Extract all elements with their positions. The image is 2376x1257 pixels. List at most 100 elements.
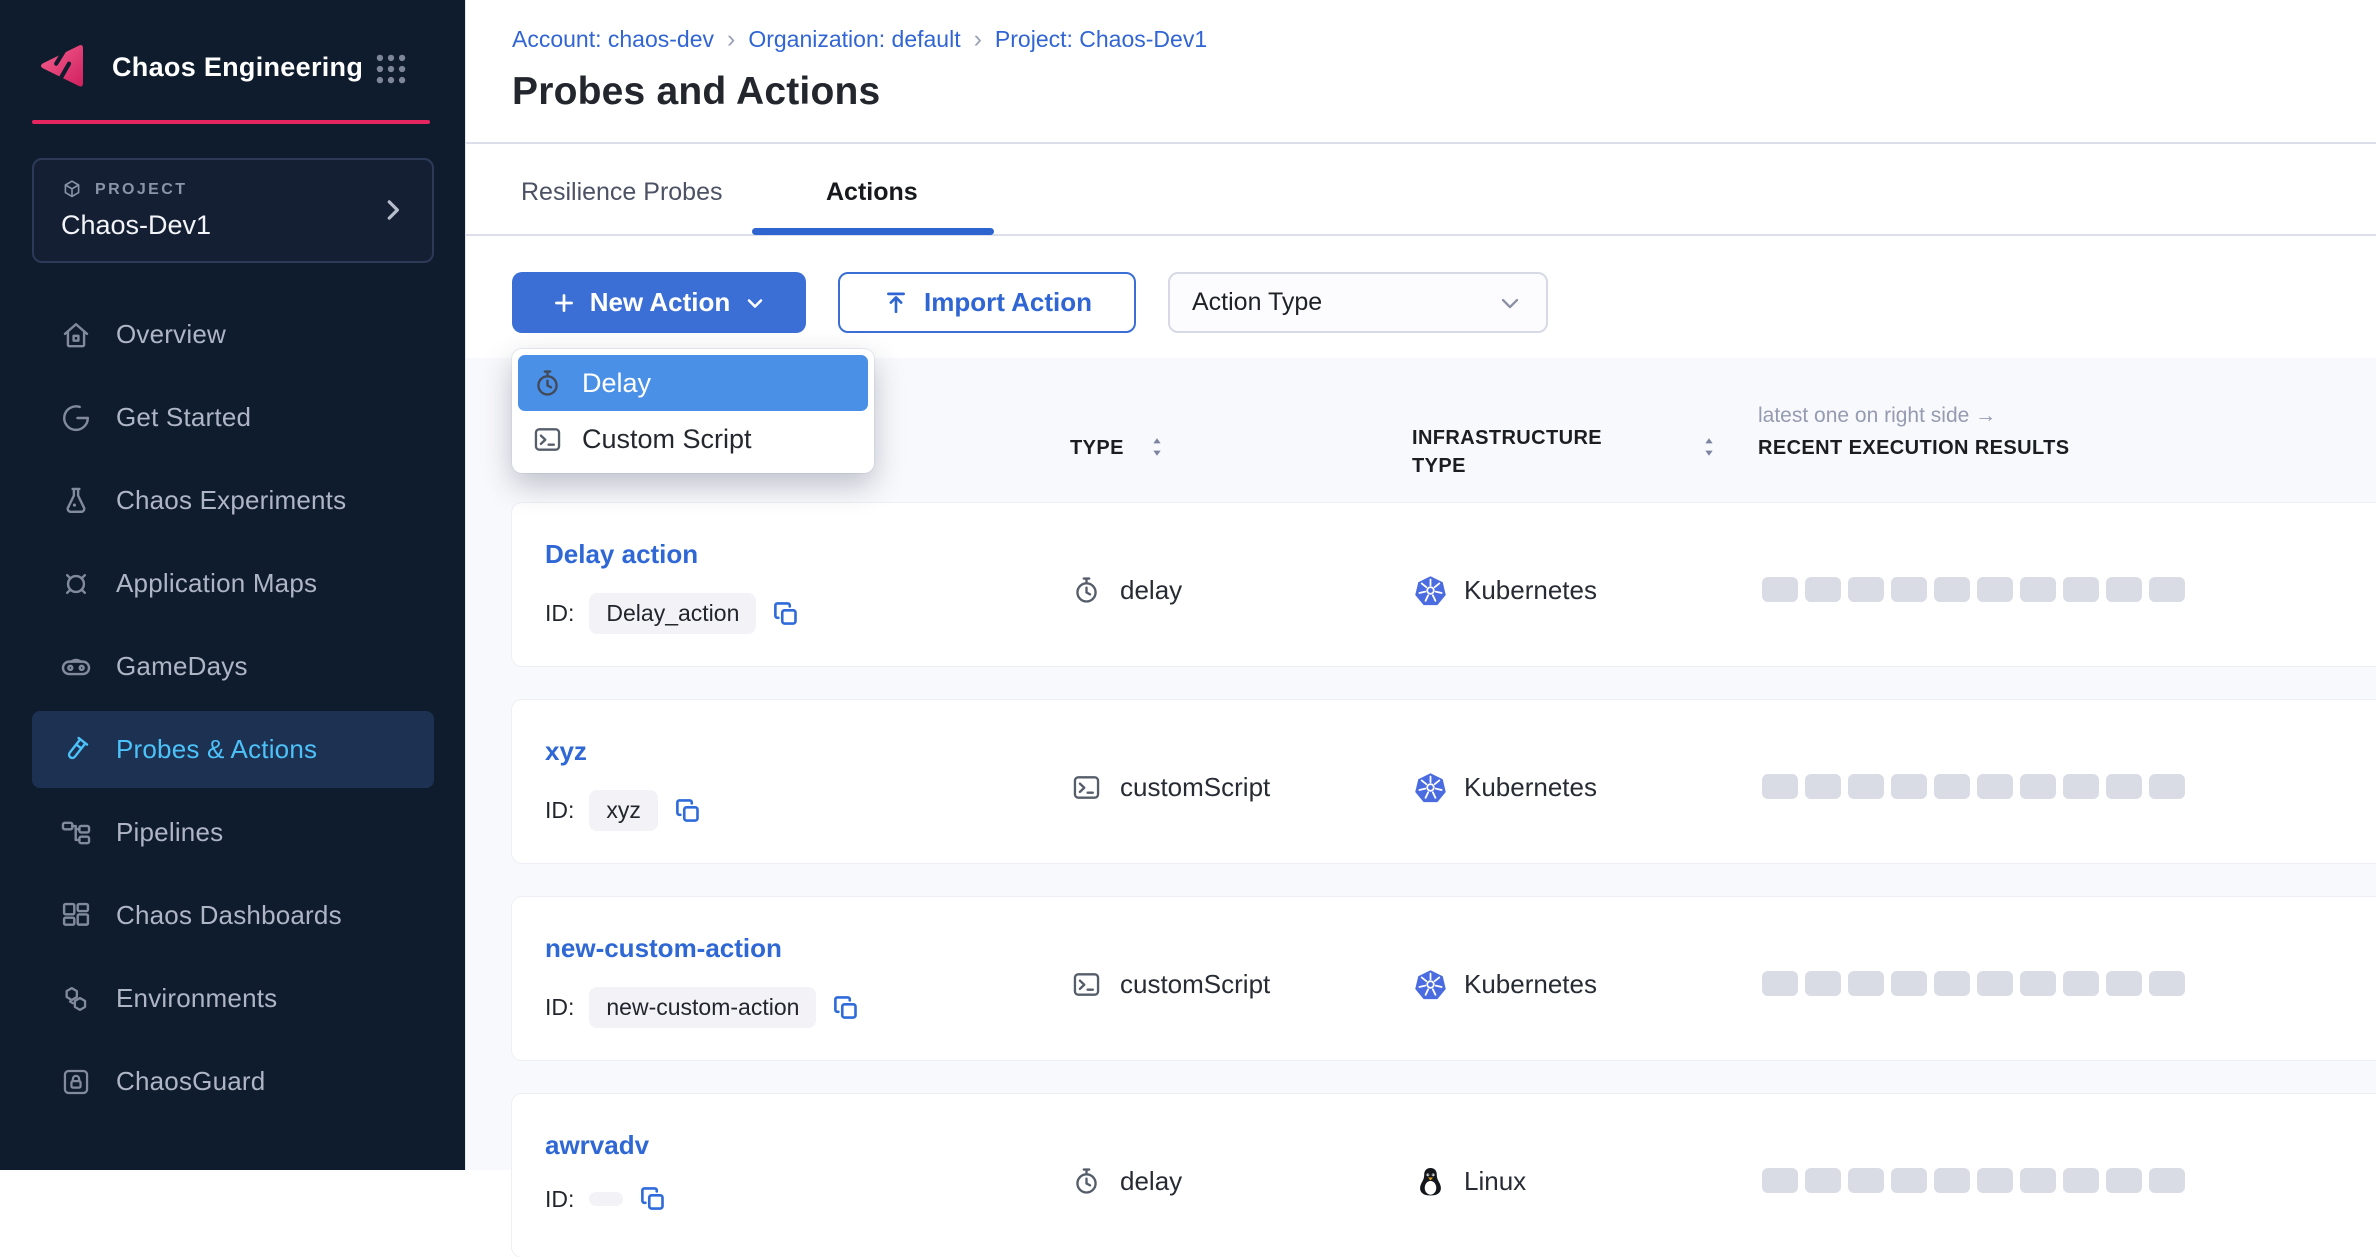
id-label: ID: <box>545 797 574 824</box>
tab-actions[interactable]: Actions <box>826 178 918 207</box>
execution-result-placeholder <box>1848 1168 1884 1193</box>
project-label: PROJECT <box>95 181 187 199</box>
accent-divider <box>32 120 430 124</box>
execution-result-placeholder <box>1934 774 1970 799</box>
chevron-down-icon <box>743 291 767 315</box>
id-label: ID: <box>545 1186 574 1213</box>
execution-result-placeholder <box>2106 774 2142 799</box>
sidebar-item-application-maps[interactable]: Application Maps <box>32 545 434 622</box>
column-header-type: TYPE <box>1070 437 1124 460</box>
target-icon <box>59 567 93 601</box>
action-name-link[interactable]: xyz <box>545 736 587 767</box>
kubernetes-icon <box>1414 968 1447 1001</box>
action-id-row: ID: Delay_action <box>545 593 801 634</box>
copy-icon[interactable] <box>831 993 861 1023</box>
new-action-button[interactable]: New Action <box>512 272 806 333</box>
sidebar-item-chaos-experiments[interactable]: Chaos Experiments <box>32 462 434 539</box>
sidebar-item-overview[interactable]: Overview <box>32 296 434 373</box>
execution-result-placeholder <box>1977 1168 2013 1193</box>
execution-result-placeholder <box>1891 971 1927 996</box>
action-name-link[interactable]: new-custom-action <box>545 933 782 964</box>
sidebar-item-label: Get Started <box>116 402 251 433</box>
table-row[interactable]: Delay action ID: Delay_action delay Kube… <box>512 503 2376 666</box>
execution-result-placeholder <box>2149 971 2185 996</box>
execution-result-placeholder <box>2020 577 2056 602</box>
chaos-engineering-app: { "app": { "title": "Chaos Engineering" … <box>0 0 2376 1170</box>
menu-item-label: Delay <box>582 368 651 399</box>
breadcrumb-link[interactable]: Account: chaos-dev <box>512 26 714 53</box>
sidebar: Chaos Engineering PROJECT Chaos-Dev1 Ove… <box>0 0 466 1170</box>
actions-table: TYPE INFRASTRUCTURE TYPE latest one on r… <box>466 358 2376 1170</box>
sidebar-item-label: Pipelines <box>116 817 223 848</box>
breadcrumb-link[interactable]: Project: Chaos-Dev1 <box>995 26 1207 53</box>
execution-result-placeholder <box>1762 774 1798 799</box>
id-label: ID: <box>545 600 574 627</box>
execution-result-placeholder <box>1891 1168 1927 1193</box>
chevron-down-icon <box>1496 289 1524 317</box>
hexagons-icon <box>59 982 93 1016</box>
type-cell: delay <box>1070 574 1182 607</box>
column-header-infrastructure: INFRASTRUCTURE TYPE <box>1412 424 1627 480</box>
sidebar-item-label: Overview <box>116 319 226 350</box>
project-name: Chaos-Dev1 <box>61 210 211 241</box>
sort-icon[interactable] <box>1146 434 1168 460</box>
recent-execution-results <box>1762 774 2185 799</box>
execution-result-placeholder <box>2063 1168 2099 1193</box>
sidebar-item-environments[interactable]: Environments <box>32 960 434 1037</box>
terminal-icon <box>1070 771 1103 804</box>
harness-logo-icon[interactable] <box>34 38 90 94</box>
infrastructure-value: Linux <box>1464 1166 1526 1197</box>
action-type-select[interactable]: Action Type <box>1168 272 1548 333</box>
copy-icon[interactable] <box>638 1184 668 1214</box>
action-name-link[interactable]: awrvadv <box>545 1130 649 1161</box>
action-type-value: Action Type <box>1192 288 1322 317</box>
sidebar-item-label: Application Maps <box>116 568 317 599</box>
sidebar-item-label: Chaos Dashboards <box>116 900 342 931</box>
sidebar-item-pipelines[interactable]: Pipelines <box>32 794 434 871</box>
execution-result-placeholder <box>1891 577 1927 602</box>
breadcrumb-separator: › <box>727 25 735 54</box>
sidebar-item-label: Chaos Experiments <box>116 485 346 516</box>
action-id-chip: Delay_action <box>589 593 756 634</box>
execution-result-placeholder <box>1805 1168 1841 1193</box>
sidebar-item-label: Probes & Actions <box>116 734 317 765</box>
table-row[interactable]: awrvadv ID: delay Linux <box>512 1094 2376 1257</box>
table-rows: Delay action ID: Delay_action delay Kube… <box>466 503 2376 1257</box>
table-row[interactable]: new-custom-action ID: new-custom-action … <box>512 897 2376 1060</box>
execution-result-placeholder <box>2149 1168 2185 1193</box>
copy-icon[interactable] <box>673 796 703 826</box>
type-value: delay <box>1120 575 1182 606</box>
sidebar-item-chaosguard[interactable]: ChaosGuard <box>32 1043 434 1120</box>
sort-icon[interactable] <box>1698 434 1720 460</box>
sidebar-item-chaos-dashboards[interactable]: Chaos Dashboards <box>32 877 434 954</box>
copy-icon[interactable] <box>771 599 801 629</box>
flask-icon <box>59 484 93 518</box>
execution-result-placeholder <box>1805 577 1841 602</box>
infrastructure-cell: Kubernetes <box>1414 968 1597 1001</box>
execution-result-placeholder <box>1762 1168 1798 1193</box>
breadcrumb: Account: chaos-dev › Organization: default… <box>512 25 1207 54</box>
new-action-label: New Action <box>590 287 731 318</box>
execution-result-placeholder <box>2063 971 2099 996</box>
project-cube-icon <box>60 178 84 202</box>
action-name-link[interactable]: Delay action <box>545 539 698 570</box>
execution-result-placeholder <box>1934 971 1970 996</box>
breadcrumb-separator: › <box>974 25 982 54</box>
infrastructure-cell: Kubernetes <box>1414 574 1597 607</box>
sidebar-item-get-started[interactable]: Get Started <box>32 379 434 456</box>
tab-resilience-probes[interactable]: Resilience Probes <box>521 178 723 207</box>
table-row[interactable]: xyz ID: xyz customScript Kubernetes <box>512 700 2376 863</box>
execution-result-placeholder <box>1977 971 2013 996</box>
sidebar-item-gamedays[interactable]: GameDays <box>32 628 434 705</box>
execution-result-placeholder <box>1848 971 1884 996</box>
execution-result-placeholder <box>2020 971 2056 996</box>
breadcrumb-link[interactable]: Organization: default <box>748 26 960 53</box>
menu-item-delay[interactable]: Delay <box>518 355 868 411</box>
sidebar-item-probes-actions[interactable]: Probes & Actions <box>32 711 434 788</box>
sidebar-nav: Overview Get Started Chaos Experiments Appl… <box>32 296 434 1120</box>
import-action-button[interactable]: Import Action <box>838 272 1136 333</box>
app-switcher-grid-icon[interactable] <box>372 50 410 88</box>
project-selector[interactable]: PROJECT Chaos-Dev1 <box>32 158 434 263</box>
menu-item-custom-script[interactable]: Custom Script <box>518 411 868 467</box>
kubernetes-icon <box>1414 771 1447 804</box>
